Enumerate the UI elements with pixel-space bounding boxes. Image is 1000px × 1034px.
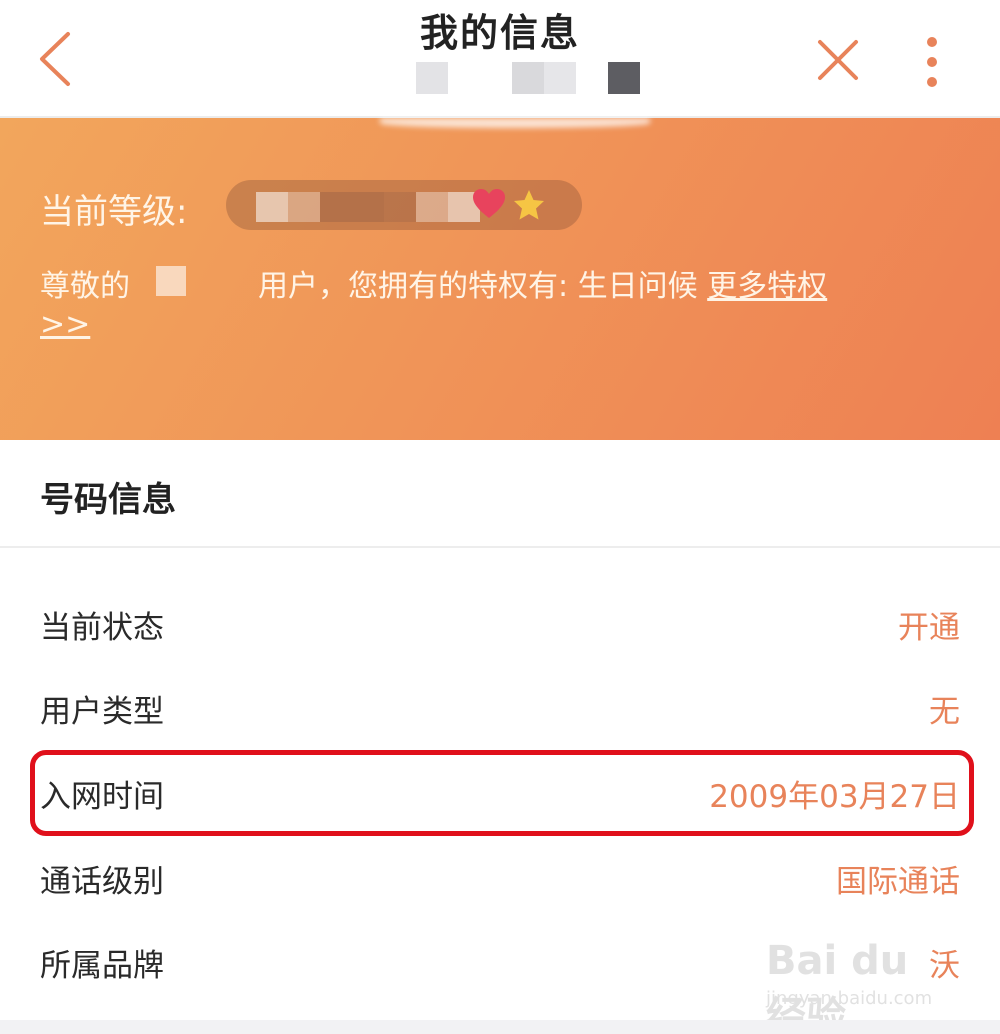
bottom-separator	[0, 1020, 1000, 1034]
my-info-page: 我的信息 当前等级: 尊敬的 用户，您拥有的特权有: 生日问候 更多特权>> 号…	[0, 0, 1000, 1034]
section-title: 号码信息	[40, 480, 176, 520]
baidu-jingyan-watermark: Bai du 经验 jingyan.baidu.com	[766, 928, 956, 1034]
more-options-button[interactable]	[906, 30, 958, 92]
watermark-url: jingyan.baidu.com	[766, 988, 933, 1009]
close-icon	[818, 40, 858, 80]
info-row-status: 当前状态 开通	[0, 582, 1000, 666]
greeting-suffix: 用户，您拥有的特权有: 生日问候	[258, 269, 708, 304]
privilege-description: 尊敬的 用户，您拥有的特权有: 生日问候 更多特权>>	[40, 266, 860, 344]
masked-username	[130, 266, 258, 296]
masked-phone-segment	[608, 62, 640, 94]
masked-phone-segment	[416, 62, 448, 94]
row-label: 当前状态	[40, 610, 164, 646]
row-value: 开通	[898, 610, 960, 646]
masked-level-segment	[256, 192, 288, 222]
greeting-prefix: 尊敬的	[40, 269, 130, 304]
masked-phone-segment	[512, 62, 576, 94]
star-icon	[514, 190, 544, 220]
membership-banner: 当前等级: 尊敬的 用户，您拥有的特权有: 生日问候 更多特权>>	[0, 118, 1000, 440]
masked-level-segment	[288, 192, 320, 222]
level-label: 当前等级:	[40, 192, 188, 232]
row-value: 无	[929, 694, 960, 730]
info-row-user-type: 用户类型 无	[0, 666, 1000, 750]
more-vertical-icon	[927, 37, 937, 87]
masked-level-segment	[384, 192, 416, 222]
masked-level-segment	[320, 192, 384, 222]
join-date-highlight-annotation	[30, 750, 974, 836]
top-nav-bar: 我的信息	[0, 0, 1000, 118]
banner-highlight	[380, 118, 650, 128]
row-label: 所属品牌	[40, 948, 164, 984]
info-row-call-level: 通话级别 国际通话	[0, 836, 1000, 920]
row-label: 通话级别	[40, 864, 164, 900]
row-label: 用户类型	[40, 694, 164, 730]
level-badge	[226, 180, 582, 230]
heart-icon	[473, 189, 505, 218]
section-divider	[0, 546, 1000, 548]
masked-level-segment	[416, 192, 448, 222]
close-button[interactable]	[808, 30, 868, 90]
row-value: 国际通话	[836, 864, 960, 900]
